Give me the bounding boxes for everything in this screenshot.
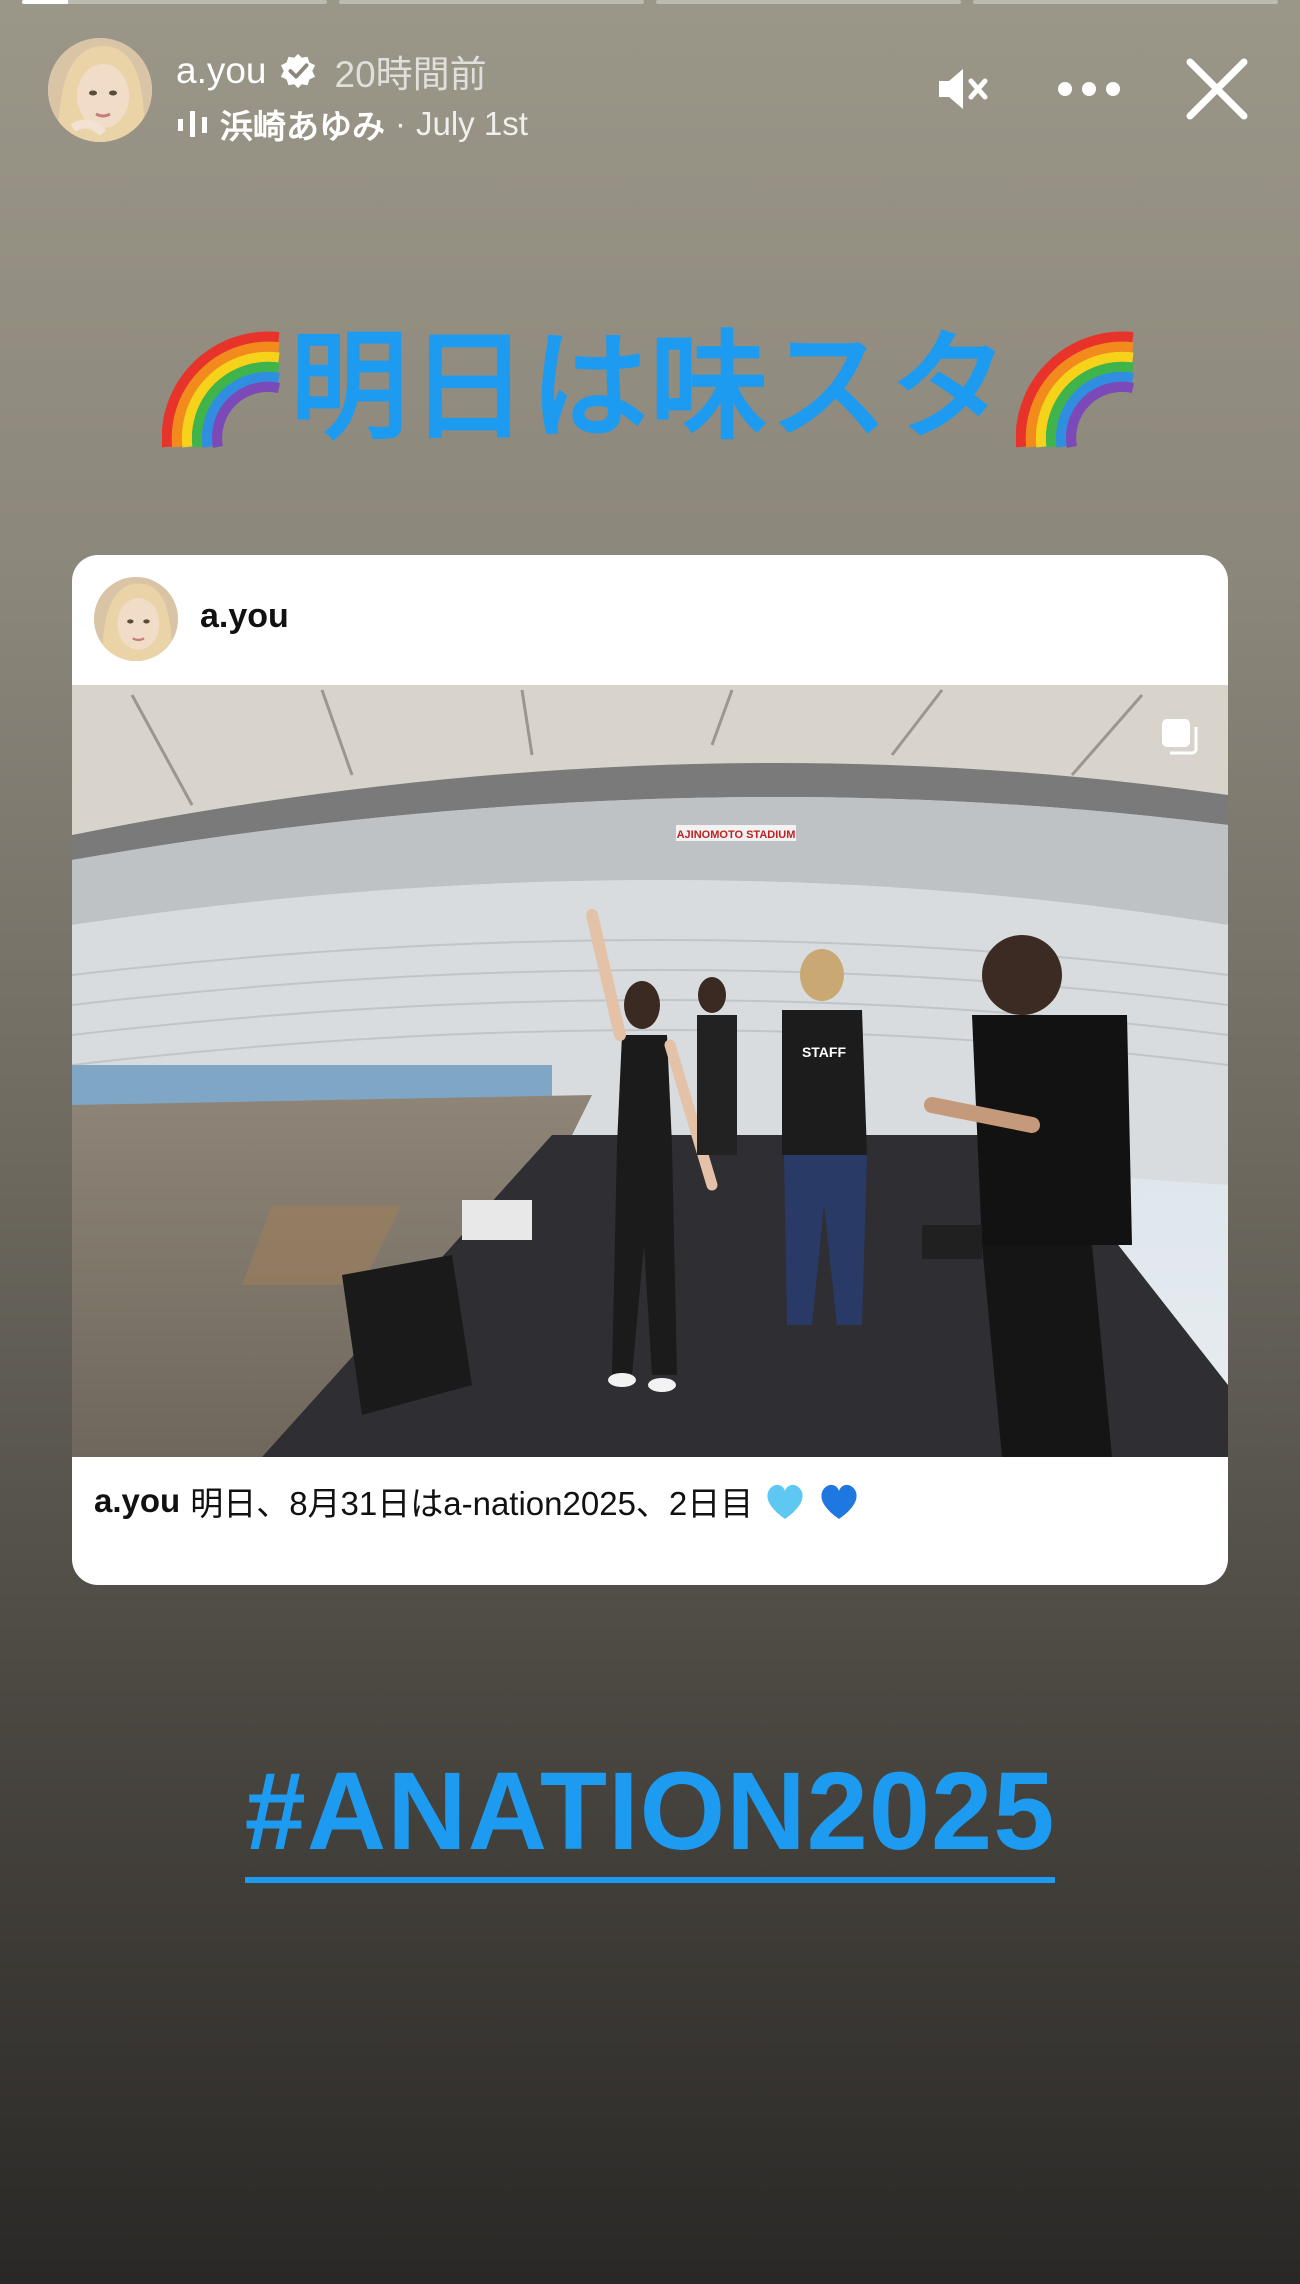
music-artist: 浜崎あゆみ xyxy=(220,108,385,145)
stadium-photo: AJINOMOTO STADIUM STAFF xyxy=(72,685,1228,1457)
speaker-muted-icon xyxy=(939,69,988,109)
post-photo[interactable]: AJINOMOTO STADIUM STAFF xyxy=(72,685,1228,1457)
blue-heart-icon xyxy=(821,1484,857,1519)
post-username[interactable]: a.you xyxy=(200,597,289,636)
post-header: a.you xyxy=(72,555,1228,685)
stadium-sign: AJINOMOTO STADIUM xyxy=(677,829,796,841)
verified-badge-icon xyxy=(280,53,315,89)
close-icon xyxy=(1186,58,1248,120)
avatar-image xyxy=(48,38,152,142)
avatar[interactable] xyxy=(48,38,152,142)
music-bars-icon xyxy=(178,111,207,137)
music-date: July 1st xyxy=(416,105,528,142)
post-time: 20時間前 xyxy=(334,54,487,95)
progress-segment xyxy=(656,0,961,4)
multiple-images-icon xyxy=(1162,719,1198,755)
hashtag-sticker[interactable]: #ANATION2025 xyxy=(0,1748,1300,1883)
mute-button[interactable] xyxy=(926,54,996,124)
headline-text: 明日は味スタ xyxy=(289,322,1010,454)
light-blue-heart-icon xyxy=(767,1484,803,1519)
progress-segment xyxy=(339,0,644,4)
avatar-image xyxy=(94,577,178,661)
story-headline: 明日は味スタ xyxy=(0,318,1300,458)
story-progress-bar xyxy=(22,0,1278,4)
more-options-button[interactable] xyxy=(1054,54,1124,124)
progress-segment xyxy=(22,0,327,4)
more-options-icon xyxy=(1058,82,1120,96)
username[interactable]: a.you xyxy=(176,50,267,92)
close-button[interactable] xyxy=(1182,54,1252,124)
story-header: a.you 20時間前 浜崎あゆみ · July 1st xyxy=(48,38,1252,148)
caption-username[interactable]: a.you xyxy=(94,1482,180,1520)
caption-text: 明日、8月31日はa-nation2025、2日目 xyxy=(190,1485,754,1522)
rainbow-emoji-icon xyxy=(1016,331,1135,448)
rainbow-emoji-icon xyxy=(161,331,280,448)
post-caption: a.you 明日、8月31日はa-nation2025、2日目 xyxy=(94,1477,1206,1525)
post-avatar[interactable] xyxy=(94,577,178,661)
hashtag-text[interactable]: #ANATION2025 xyxy=(244,1750,1056,1883)
shared-post-card[interactable]: a.you AJINOMOTO STADIUM STAFF a.you 明日、8… xyxy=(72,555,1228,1585)
progress-segment xyxy=(973,0,1278,4)
music-separator: · xyxy=(395,105,406,142)
music-attribution[interactable]: 浜崎あゆみ · July 1st xyxy=(176,100,528,148)
staff-shirt-text: STAFF xyxy=(802,1044,847,1060)
